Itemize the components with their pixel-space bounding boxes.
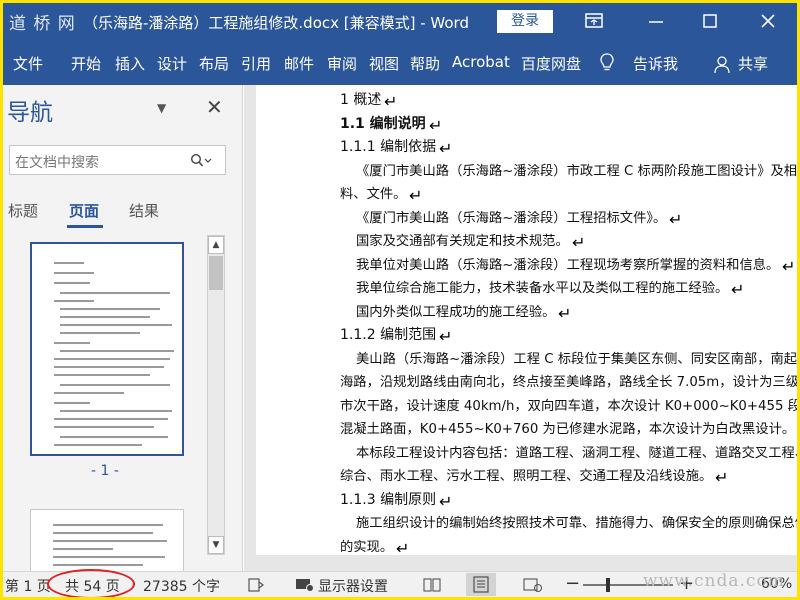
tab-insert[interactable]: 插入: [115, 53, 145, 74]
highlight-ellipse: [47, 569, 135, 597]
zoom-slider-thumb[interactable]: [606, 578, 610, 592]
watermark: www.cnda.com: [643, 571, 785, 591]
tab-design[interactable]: 设计: [157, 53, 187, 74]
document-heading[interactable]: 1.1 编制说明: [340, 113, 426, 133]
search-icon[interactable]: [190, 153, 212, 169]
scroll-down-icon[interactable]: ▼: [208, 536, 224, 554]
maximize-icon[interactable]: [700, 11, 720, 31]
site-logo: 道 桥 网: [9, 14, 76, 34]
document-paragraph-line[interactable]: 混凝土路面，K0+455~K0+760 为已修建水泥路，本次设计为白改黑设计。: [340, 418, 795, 437]
share-person-icon[interactable]: [713, 54, 733, 74]
zoom-out-icon[interactable]: −: [565, 573, 580, 594]
tab-baidu-netdisk[interactable]: 百度网盘: [521, 53, 581, 74]
scroll-thumb[interactable]: [209, 256, 223, 290]
paragraph-mark: ↵: [439, 491, 453, 511]
ribbon-tabs: 文件 开始 插入 设计 布局 引用 邮件 审阅 视图 帮助 Acrobat 百度…: [3, 39, 797, 85]
nav-close-icon[interactable]: ✕: [206, 95, 223, 119]
navigation-pane: 导航 ▼ ✕ 在文档中搜索 标题 页面 结果 - 1 - ▲ ▼: [3, 85, 243, 573]
document-paragraph-line[interactable]: 本标段工程设计内容包括：道路工程、涵洞工程、隧道工程、道路交叉工程、管: [356, 442, 797, 461]
tab-mailings[interactable]: 邮件: [284, 53, 314, 74]
tab-home[interactable]: 开始: [71, 53, 101, 74]
document-paragraph-line[interactable]: 《厦门市美山路（乐海路~潘涂段）工程招标文件》。: [356, 207, 666, 226]
document-page[interactable]: 1 概述 ↵ 1.1 编制说明 ↵ 1.1.1 编制依据 ↵ 《厦门市美山路（乐海路~潘涂段…: [256, 85, 797, 558]
active-tab-indicator: [67, 225, 103, 228]
web-layout-icon[interactable]: [523, 577, 543, 593]
document-heading[interactable]: 1.1.1 编制依据: [340, 136, 436, 156]
document-paragraph-line[interactable]: 我单位对美山路（乐海路~潘涂段）工程现场考察所掌握的资料和信息。: [356, 254, 779, 273]
nav-tab-results[interactable]: 结果: [129, 200, 159, 221]
page-thumbnail-1[interactable]: [30, 242, 184, 456]
word-count[interactable]: 27385 个字: [143, 576, 220, 596]
nav-tab-pages[interactable]: 页面: [69, 200, 99, 221]
tab-layout[interactable]: 布局: [199, 53, 229, 74]
focus-mode-icon[interactable]: [247, 577, 265, 593]
minimize-icon[interactable]: [646, 11, 666, 31]
display-settings-button[interactable]: 显示器设置: [318, 576, 388, 596]
nav-pane-title: 导航: [7, 100, 53, 126]
login-button[interactable]: 登录: [497, 10, 553, 33]
paragraph-mark: ↵: [396, 538, 410, 558]
tab-review[interactable]: 审阅: [327, 53, 357, 74]
nav-options-chevron-down-icon[interactable]: ▼: [157, 101, 166, 115]
document-paragraph-line[interactable]: 市次干路，设计速度 40km/h，双向四车道，本次设计 K0+000~K0+45…: [340, 395, 797, 414]
search-placeholder: 在文档中搜索: [15, 155, 99, 171]
paragraph-mark: ↵: [439, 139, 453, 158]
paragraph-mark: ↵: [558, 303, 572, 323]
document-paragraph-line[interactable]: 国家及交通部有关规定和技术规范。: [356, 230, 569, 249]
document-heading[interactable]: 1.1.3 编制原则: [340, 489, 436, 509]
tab-references[interactable]: 引用: [241, 53, 271, 74]
ribbon-display-options-icon[interactable]: [584, 11, 604, 31]
document-paragraph-line[interactable]: 《厦门市美山路（乐海路~潘涂段）市政工程 C 标两阶段施工图设计》及相关设计: [356, 160, 797, 179]
paragraph-mark: ↵: [384, 92, 398, 111]
document-paragraph-line[interactable]: 美山路（乐海路~潘涂段）工程 C 标段位于集美区东侧、同安区南部，南起现状: [356, 348, 797, 367]
document-area[interactable]: 1 概述 ↵ 1.1 编制说明 ↵ 1.1.1 编制依据 ↵ 《厦门市美山路（乐海路~潘涂段…: [244, 85, 797, 571]
tab-help[interactable]: 帮助: [410, 53, 440, 74]
document-paragraph-line[interactable]: 综合、雨水工程、污水工程、照明工程、交通工程及沿线设施。: [340, 465, 712, 484]
print-layout-icon: [473, 576, 489, 593]
paragraph-mark: ↵: [409, 186, 423, 205]
paragraph-mark: ↵: [731, 280, 745, 299]
nav-tab-headings[interactable]: 标题: [8, 200, 38, 221]
document-heading[interactable]: 1 概述: [340, 89, 381, 109]
document-paragraph-line[interactable]: 国内外类似工程成功的施工经验。: [356, 301, 555, 320]
thumbnail-scrollbar[interactable]: ▲ ▼: [207, 235, 225, 555]
document-paragraph-line[interactable]: 我单位综合施工能力，技术装备水平以及类似工程的施工经验。: [356, 277, 728, 296]
paragraph-mark: ↵: [572, 233, 586, 252]
page-thumbnail-2[interactable]: [30, 509, 184, 573]
nav-search-input[interactable]: 在文档中搜索: [9, 145, 226, 175]
tab-acrobat[interactable]: Acrobat: [452, 53, 510, 71]
scroll-up-icon[interactable]: ▲: [208, 236, 224, 254]
tab-file[interactable]: 文件: [13, 53, 43, 74]
paragraph-mark: ↵: [669, 209, 683, 229]
title-bar: 道 桥 网 （乐海路-潘涂路）工程施组修改.docx [兼容模式] - Word…: [3, 3, 797, 39]
current-page-indicator[interactable]: 第 1 页: [5, 576, 51, 596]
display-settings-icon[interactable]: [295, 577, 315, 593]
page-thumbnail-label: - 1 -: [91, 463, 119, 479]
paragraph-mark: ↵: [715, 468, 729, 487]
word-window: 道 桥 网 （乐海路-潘涂路）工程施组修改.docx [兼容模式] - Word…: [3, 3, 797, 597]
tell-me-search[interactable]: 告诉我: [633, 53, 678, 74]
paragraph-mark: ↵: [782, 256, 796, 276]
document-title: （乐海路-潘涂路）工程施组修改.docx [兼容模式] - Word: [83, 14, 469, 32]
document-paragraph-line[interactable]: 料、文件。: [340, 183, 406, 202]
lightbulb-icon[interactable]: [599, 52, 615, 72]
paragraph-mark: ↵: [429, 115, 443, 135]
document-paragraph-line[interactable]: 的实现。: [340, 536, 393, 555]
share-button[interactable]: 共享: [738, 53, 768, 74]
tab-view[interactable]: 视图: [369, 53, 399, 74]
print-layout-button[interactable]: [466, 573, 496, 596]
document-heading[interactable]: 1.1.2 编制范围: [340, 324, 436, 344]
read-mode-icon[interactable]: [423, 577, 441, 593]
close-icon[interactable]: [758, 11, 778, 31]
paragraph-mark: ↵: [439, 327, 453, 346]
document-paragraph-line[interactable]: 施工组织设计的编制始终按照技术可靠、措施得力、确保安全的原则确保总体目: [356, 512, 797, 531]
document-paragraph-line[interactable]: 海路，沿规划路线由南向北，终点接至美峰路，路线全长 7.05m，设计为三级公路兼: [340, 371, 797, 390]
